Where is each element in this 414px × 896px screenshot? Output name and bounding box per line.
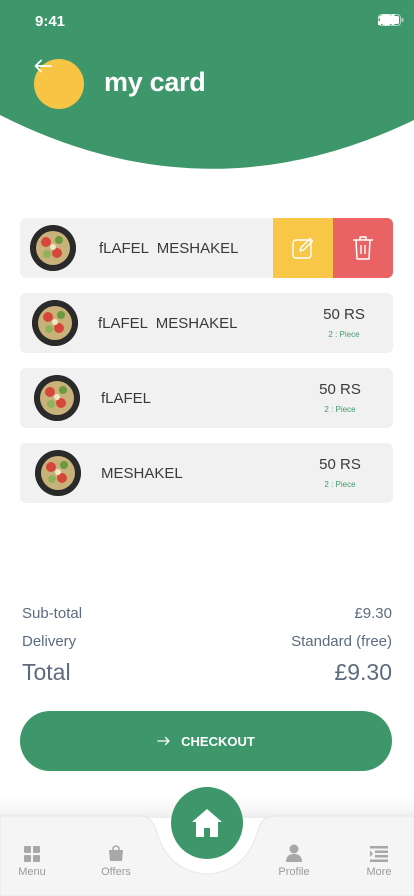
tab-menu[interactable]: Menu: [7, 846, 57, 878]
home-icon: [192, 809, 222, 837]
item-name: fLAFEL MESHAKEL: [98, 315, 238, 332]
battery-icon: [378, 14, 404, 26]
arrow-left-icon: [34, 59, 52, 73]
tab-more[interactable]: More: [354, 846, 404, 878]
subtotal-label: Sub-total: [22, 605, 83, 622]
total-row: Total £9.30: [22, 659, 392, 686]
delete-button[interactable]: [333, 218, 393, 278]
item-quantity: 2 : Piece: [328, 330, 360, 339]
item-price: 50 RS: [319, 381, 361, 398]
status-time: 9:41: [35, 13, 66, 30]
tab-offers[interactable]: Offers: [91, 844, 141, 878]
back-button[interactable]: [34, 59, 84, 109]
food-image: [35, 450, 81, 496]
trash-icon: [353, 236, 373, 260]
edit-button[interactable]: [273, 218, 333, 278]
item-price: 50 RS: [319, 456, 361, 473]
delivery-value: Standard (free): [291, 633, 392, 650]
food-image: [32, 300, 78, 346]
food-image: [34, 375, 80, 421]
shopping-bag-icon: [109, 845, 123, 861]
user-icon: [286, 844, 302, 862]
header: 9:41 my card: [0, 0, 414, 175]
cart-item[interactable]: fLAFEL MESHAKEL: [20, 218, 393, 278]
tab-profile-label: Profile: [278, 866, 310, 878]
menu-list-icon: [370, 846, 388, 862]
item-name: fLAFEL MESHAKEL: [99, 240, 239, 257]
edit-icon: [292, 237, 314, 259]
page-title: my card: [104, 67, 206, 97]
item-name: fLAFEL: [101, 390, 152, 407]
item-name: MESHAKEL: [101, 465, 183, 482]
tab-offers-label: Offers: [101, 866, 131, 878]
delivery-label: Delivery: [22, 633, 77, 650]
item-quantity: 2 : Piece: [324, 480, 356, 489]
tab-more-label: More: [366, 866, 392, 878]
cart-item[interactable]: fLAFEL 50 RS 2 : Piece: [20, 368, 393, 428]
item-price: 50 RS: [323, 306, 365, 323]
total-label: Total: [22, 659, 71, 685]
tab-profile[interactable]: Profile: [269, 844, 319, 878]
cart-item[interactable]: MESHAKEL 50 RS 2 : Piece: [20, 443, 393, 503]
home-button[interactable]: [171, 787, 243, 859]
total-value: £9.30: [334, 659, 392, 685]
grid-icon: [24, 846, 40, 862]
checkout-label: CHECKOUT: [181, 733, 255, 749]
item-quantity: 2 : Piece: [324, 405, 356, 414]
checkout-button[interactable]: CHECKOUT: [20, 711, 392, 771]
tab-menu-label: Menu: [18, 866, 46, 878]
cart-item[interactable]: fLAFEL MESHAKEL 50 RS 2 : Piece: [20, 293, 393, 353]
arrow-right-icon: [157, 736, 170, 746]
delivery-row: Delivery Standard (free): [22, 633, 392, 650]
subtotal-value: £9.30: [354, 605, 392, 622]
food-image: [30, 225, 76, 271]
subtotal-row: Sub-total £9.30: [22, 605, 392, 622]
